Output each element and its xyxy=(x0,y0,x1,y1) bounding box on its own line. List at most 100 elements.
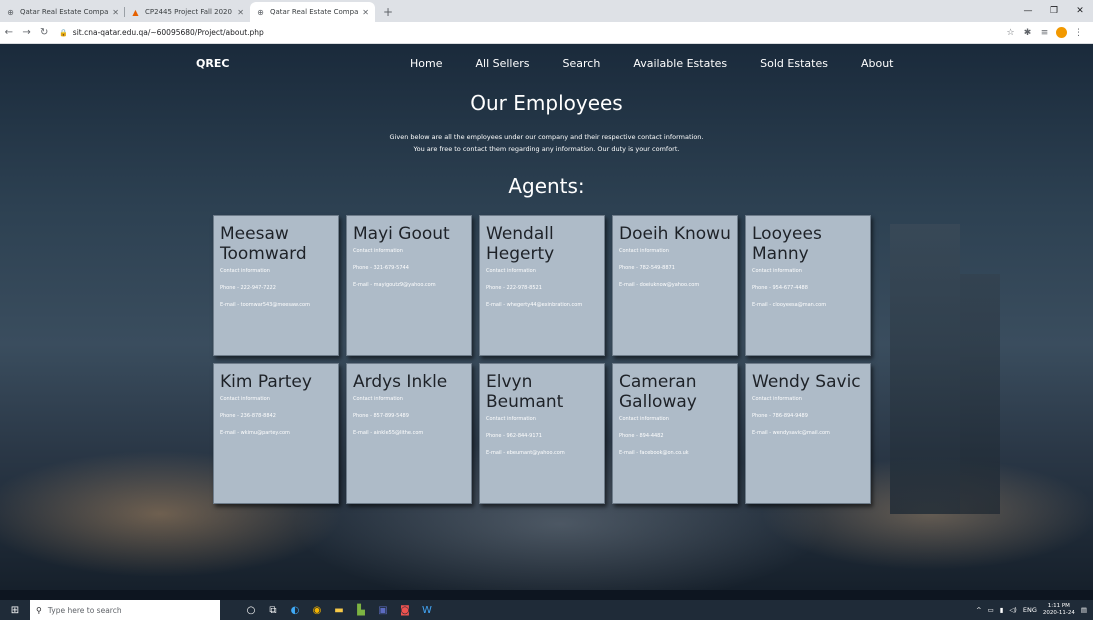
close-icon[interactable]: ✕ xyxy=(112,8,119,17)
agent-phone: Phone - 222-947-7222 xyxy=(220,285,276,291)
agent-name: Ardys Inkle xyxy=(353,372,448,392)
intro-line-2: You are free to contact them regarding a… xyxy=(413,145,680,153)
agent-email: E-mail - clooyeesa@man.com xyxy=(752,302,827,308)
agent-card: Wendy Savic Contact information Phone - … xyxy=(745,363,871,504)
agent-email: E-mail - whegerty44@exinbration.com xyxy=(486,302,583,308)
agent-email: E-mail - wkimu@partey.com xyxy=(220,430,290,436)
contact-info-label: Contact information xyxy=(353,248,403,254)
edge-icon[interactable]: ◐ xyxy=(284,605,306,616)
site-navbar: QREC Home All Sellers Search Available E… xyxy=(0,57,1093,77)
agent-phone: Phone - 321-679-5744 xyxy=(353,265,409,271)
agent-name: Doeih Knowu xyxy=(619,224,731,244)
pocket-icon[interactable]: ◙ xyxy=(394,605,416,616)
address-bar[interactable]: 🔒 sit.cna-qatar.edu.qa/~60095680/Project… xyxy=(59,25,1002,41)
close-window-icon[interactable]: ✕ xyxy=(1067,6,1093,16)
language-indicator[interactable]: ENG xyxy=(1023,606,1037,614)
forward-arrow-icon[interactable]: → xyxy=(18,27,36,38)
star-icon[interactable]: ☆ xyxy=(1002,28,1019,38)
search-icon: ⚲ xyxy=(36,605,42,615)
intro-line-1: Given below are all the employees under … xyxy=(389,133,704,141)
app-icon[interactable]: ▣ xyxy=(372,605,394,616)
agent-name: Meesaw Toomward xyxy=(220,224,307,264)
clock[interactable]: 1:11 PM 2020-11-24 xyxy=(1043,603,1075,617)
agent-card: Doeih Knowu Contact information Phone - … xyxy=(612,215,738,356)
maximize-icon[interactable]: ❐ xyxy=(1041,6,1067,16)
nav-all-sellers[interactable]: All Sellers xyxy=(475,57,529,70)
contact-info-label: Contact information xyxy=(220,396,270,402)
browser-tab-1[interactable]: ⊕ Qatar Real Estate Company ✕ xyxy=(0,2,125,22)
puzzle-icon[interactable]: ✱ xyxy=(1019,28,1036,38)
windows-start-icon[interactable]: ⊞ xyxy=(0,605,30,616)
nav-search[interactable]: Search xyxy=(563,57,601,70)
word-icon[interactable]: W xyxy=(416,605,438,616)
agent-card: Cameran Galloway Contact information Pho… xyxy=(612,363,738,504)
browser-tab-3[interactable]: ⊕ Qatar Real Estate Company ✕ xyxy=(250,2,375,22)
globe-icon: ⊕ xyxy=(7,7,14,17)
clock-time: 1:11 PM xyxy=(1047,603,1070,609)
agent-card: Wendall Hegerty Contact information Phon… xyxy=(479,215,605,356)
agent-phone: Phone - 894-4482 xyxy=(619,433,664,439)
agents-heading: Agents: xyxy=(508,174,585,198)
reload-icon[interactable]: ↻ xyxy=(35,27,53,38)
tab-label: Qatar Real Estate Company xyxy=(20,8,109,16)
system-tray: ^ ▭ ▮ ◁) ENG 1:11 PM 2020-11-24 ▤ xyxy=(970,603,1093,617)
close-icon[interactable]: ✕ xyxy=(237,8,244,17)
agent-name: Looyees Manny xyxy=(752,224,822,264)
close-icon[interactable]: ✕ xyxy=(362,8,369,17)
nav-home[interactable]: Home xyxy=(410,57,442,70)
background-building xyxy=(890,224,960,514)
profile-avatar-icon[interactable] xyxy=(1056,27,1068,38)
site-nav-links: Home All Sellers Search Available Estate… xyxy=(410,57,926,70)
agent-email: E-mail - wendysavic@mail.com xyxy=(752,430,830,436)
agent-card: Ardys Inkle Contact information Phone - … xyxy=(346,363,472,504)
tab-label: Qatar Real Estate Company xyxy=(270,8,359,16)
back-arrow-icon[interactable]: ← xyxy=(0,27,18,38)
agent-phone: Phone - 954-677-4488 xyxy=(752,285,808,291)
agent-card: Looyees Manny Contact information Phone … xyxy=(745,215,871,356)
agent-email: E-mail - facebook@on.co.uk xyxy=(619,450,689,456)
new-tab-button[interactable]: + xyxy=(375,2,401,22)
browser-toolbar: ← → ↻ 🔒 sit.cna-qatar.edu.qa/~60095680/P… xyxy=(0,22,1093,44)
web-page: QREC Home All Sellers Search Available E… xyxy=(0,44,1093,590)
agent-email: E-mail - mayigoutz9@yahoo.com xyxy=(353,282,436,288)
contact-info-label: Contact information xyxy=(486,416,536,422)
agent-card: Elvyn Beumant Contact information Phone … xyxy=(479,363,605,504)
reading-list-icon[interactable]: ≡ xyxy=(1036,28,1053,38)
nav-available-estates[interactable]: Available Estates xyxy=(633,57,727,70)
contact-info-label: Contact information xyxy=(619,248,669,254)
agent-name: Kim Partey xyxy=(220,372,312,392)
site-brand[interactable]: QREC xyxy=(196,57,229,70)
browser-tab-2[interactable]: ▲ CP2445 Project Fall 2020 - CP24 ✕ xyxy=(125,2,250,22)
agent-email: E-mail - ainkle55@lithe.com xyxy=(353,430,424,436)
browser-extensions: ☆ ✱ ≡ ⋮ xyxy=(1002,27,1087,38)
nav-sold-estates[interactable]: Sold Estates xyxy=(760,57,828,70)
network-icon[interactable]: ▭ xyxy=(988,606,994,614)
agent-phone: Phone - 786-894-9489 xyxy=(752,413,808,419)
agent-email: E-mail - doeiuknow@yahoo.com xyxy=(619,282,700,288)
nav-about[interactable]: About xyxy=(861,57,894,70)
lock-icon: 🔒 xyxy=(59,28,68,37)
file-explorer-icon[interactable]: ▬ xyxy=(328,605,350,616)
minimize-icon[interactable]: — xyxy=(1015,6,1041,16)
agent-phone: Phone - 857-899-5489 xyxy=(353,413,409,419)
chrome-icon[interactable]: ◉ xyxy=(306,605,328,616)
agent-email: E-mail - toomwar543@meesaw.com xyxy=(220,302,310,308)
background-building xyxy=(960,274,1000,514)
battery-icon[interactable]: ▮ xyxy=(1000,606,1004,614)
agent-phone: Phone - 782-549-8871 xyxy=(619,265,675,271)
taskbar-search-input[interactable]: ⚲ Type here to search xyxy=(30,600,220,620)
task-view-icon[interactable]: ⧉ xyxy=(262,605,284,616)
agent-card: Mayi Goout Contact information Phone - 3… xyxy=(346,215,472,356)
window-controls: — ❐ ✕ xyxy=(1015,0,1093,22)
agent-name: Wendy Savic xyxy=(752,372,861,392)
agents-grid: Meesaw Toomward Contact information Phon… xyxy=(213,215,871,504)
volume-icon[interactable]: ◁) xyxy=(1009,606,1017,614)
url-text: sit.cna-qatar.edu.qa/~60095680/Project/a… xyxy=(72,28,264,37)
cortana-icon[interactable]: ○ xyxy=(240,605,262,616)
app-icon[interactable]: ▙ xyxy=(350,605,372,616)
menu-dots-icon[interactable]: ⋮ xyxy=(1070,28,1087,38)
agent-email: E-mail - ebeumant@yahoo.com xyxy=(486,450,565,456)
chevron-up-icon[interactable]: ^ xyxy=(976,606,981,614)
notification-icon[interactable]: ▤ xyxy=(1081,606,1087,614)
contact-info-label: Contact information xyxy=(486,268,536,274)
